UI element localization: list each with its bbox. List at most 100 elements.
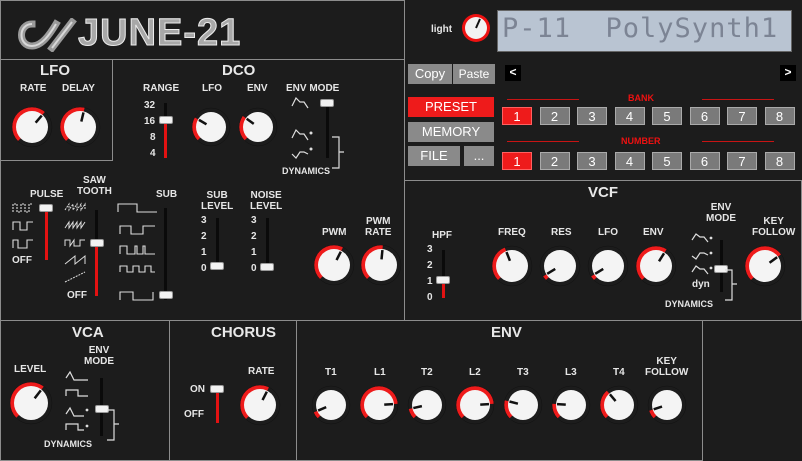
bank-button-5[interactable]: 5	[652, 107, 682, 125]
next-arrow-button[interactable]: >	[780, 65, 796, 81]
bank-button-8[interactable]: 8	[764, 107, 795, 125]
sub-slider-track[interactable]	[164, 208, 167, 300]
vca-dynamics-label: DYNAMICS	[44, 439, 93, 449]
hpf-tick-3: 3	[427, 244, 433, 255]
env-l3-knob[interactable]	[551, 385, 591, 425]
vcf-key-follow-label: KEY FOLLOW	[752, 216, 796, 238]
paste-button[interactable]: Paste	[453, 64, 495, 84]
vcf-dynamics-label: DYNAMICS	[665, 299, 714, 309]
vcf-res-label: RES	[551, 227, 572, 238]
vcf-freq-label: FREQ	[498, 227, 526, 238]
dco-lfo-knob[interactable]	[191, 107, 231, 147]
copy-button[interactable]: Copy	[408, 64, 452, 84]
number-line-right	[702, 141, 774, 142]
lfo-rate-knob[interactable]	[11, 106, 53, 148]
sub-level-label: SUB LEVEL	[201, 190, 234, 212]
dco-dynamics-label: DYNAMICS	[282, 166, 331, 176]
env-key-follow-knob[interactable]	[647, 385, 687, 425]
sub-waves-icon	[117, 203, 157, 301]
dco-env-label: ENV	[247, 83, 268, 94]
env-l1-label: L1	[374, 367, 386, 378]
bank-button-2[interactable]: 2	[539, 107, 570, 125]
env-t1-label: T1	[325, 367, 337, 378]
light-label: light	[431, 24, 453, 35]
env-t1-knob[interactable]	[311, 385, 351, 425]
range-4: 4	[150, 148, 156, 159]
bank-line-left	[507, 99, 579, 100]
preset-button[interactable]: PRESET	[408, 97, 494, 117]
bank-button-6[interactable]: 6	[689, 107, 720, 125]
number-button-7[interactable]: 7	[727, 152, 757, 170]
dco-title: DCO	[222, 62, 256, 79]
env-t4-knob[interactable]	[599, 385, 639, 425]
prev-arrow-button[interactable]: <	[505, 65, 521, 81]
chorus-switch-thumb[interactable]	[210, 385, 224, 393]
noise-level-thumb[interactable]	[260, 263, 274, 271]
bank-line-right	[702, 99, 774, 100]
dco-range-label: RANGE	[143, 83, 180, 94]
memory-button[interactable]: MEMORY	[408, 122, 494, 142]
env-panel	[296, 320, 703, 461]
pwm-label: PWM	[322, 227, 347, 238]
env-t3-knob[interactable]	[503, 385, 543, 425]
pulse-label: PULSE	[30, 189, 64, 200]
env-l3-label: L3	[565, 367, 577, 378]
saw-slider-thumb[interactable]	[90, 239, 104, 247]
chorus-rate-knob[interactable]	[239, 384, 281, 426]
pulse-slider-thumb[interactable]	[39, 204, 53, 212]
vca-env-shape-icon	[65, 370, 89, 431]
bank-button-7[interactable]: 7	[727, 107, 757, 125]
range-slider-thumb[interactable]	[159, 116, 173, 124]
pwm-knob[interactable]	[313, 244, 355, 286]
hpf-thumb[interactable]	[436, 276, 450, 284]
number-button-5[interactable]: 5	[652, 152, 682, 170]
dco-env-mode-track[interactable]	[326, 100, 329, 158]
patch-display-text: P-11 PolySynth1	[502, 13, 779, 44]
vcf-res-knob[interactable]	[539, 245, 581, 287]
sub-level-thumb[interactable]	[210, 262, 224, 270]
number-button-3[interactable]: 3	[577, 152, 607, 170]
dco-env-mode-thumb[interactable]	[320, 99, 334, 107]
env-title: ENV	[491, 324, 522, 341]
vcf-lfo-knob[interactable]	[587, 245, 629, 287]
vcf-key-follow-knob[interactable]	[744, 245, 786, 287]
lfo-delay-knob[interactable]	[59, 106, 101, 148]
number-button-1[interactable]: 1	[502, 152, 532, 170]
saw-off-label: OFF	[67, 290, 87, 301]
dco-env-knob[interactable]	[238, 107, 278, 147]
number-button-4[interactable]: 4	[614, 152, 645, 170]
more-button[interactable]: ...	[464, 146, 494, 166]
env-t2-knob[interactable]	[407, 385, 447, 425]
vcf-lfo-label: LFO	[598, 227, 618, 238]
pulse-slider-track[interactable]	[45, 208, 48, 260]
number-button-2[interactable]: 2	[539, 152, 570, 170]
vcf-freq-knob[interactable]	[491, 245, 533, 287]
noise-level-tick-0: 0	[251, 263, 257, 274]
lfo-delay-label: DELAY	[62, 83, 95, 94]
vcf-env-knob[interactable]	[635, 245, 677, 287]
env-key-follow-label: KEY FOLLOW	[645, 356, 689, 378]
bank-button-4[interactable]: 4	[614, 107, 645, 125]
file-button[interactable]: FILE	[408, 146, 460, 166]
vca-level-knob[interactable]	[9, 381, 53, 425]
hpf-label: HPF	[432, 230, 452, 241]
bank-button-1[interactable]: 1	[502, 107, 532, 125]
noise-level-label: NOISE LEVEL	[250, 190, 283, 212]
range-slider-fill	[164, 120, 167, 158]
env-t2-label: T2	[421, 367, 433, 378]
saw-waves-icon	[64, 202, 86, 283]
number-button-8[interactable]: 8	[764, 152, 795, 170]
saw-label: SAW TOOTH	[77, 175, 112, 197]
sub-slider-thumb[interactable]	[159, 291, 173, 299]
chorus-rate-label: RATE	[248, 366, 275, 377]
number-button-6[interactable]: 6	[689, 152, 720, 170]
env-l1-knob[interactable]	[359, 385, 399, 425]
chorus-on-label: ON	[190, 384, 205, 395]
lfo-rate-label: RATE	[20, 83, 47, 94]
pwm-rate-knob[interactable]	[360, 244, 402, 286]
hpf-tick-1: 1	[427, 276, 433, 287]
env-l2-knob[interactable]	[455, 385, 495, 425]
vca-dynamics-bracket	[107, 409, 119, 441]
light-knob[interactable]	[460, 12, 492, 44]
bank-button-3[interactable]: 3	[577, 107, 607, 125]
